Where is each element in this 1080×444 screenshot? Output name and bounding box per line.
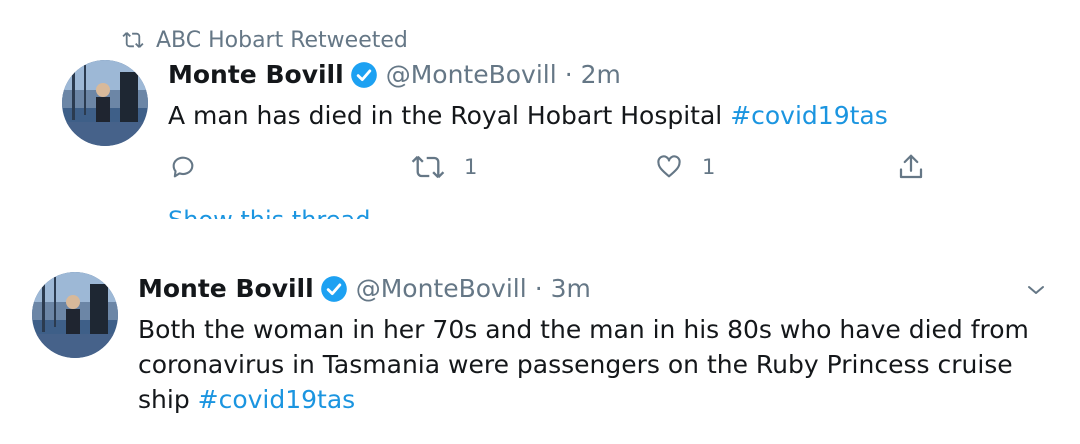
timestamp[interactable]: 3m: [551, 274, 591, 303]
display-name[interactable]: Monte Bovill: [138, 274, 314, 303]
heart-icon: [657, 155, 681, 178]
retweet-icon: [411, 155, 445, 179]
share-icon: [899, 154, 923, 179]
like-button[interactable]: 1: [654, 152, 715, 182]
tweet[interactable]: Monte Bovill @MonteBovill · 3m Both the …: [0, 250, 1080, 444]
separator-dot: ·: [564, 60, 573, 89]
avatar[interactable]: [62, 60, 148, 146]
reply-icon: [172, 156, 194, 178]
show-thread-link[interactable]: Show this thread: [168, 205, 370, 219]
chevron-down-icon[interactable]: [1024, 278, 1048, 302]
verified-badge-icon: [320, 275, 348, 303]
timestamp[interactable]: 2m: [581, 60, 621, 89]
display-name[interactable]: Monte Bovill: [168, 60, 344, 89]
user-handle[interactable]: @MonteBovill: [356, 274, 527, 303]
tweet-text-line: coronavirus in Tasmania were passengers …: [138, 350, 1013, 379]
hashtag-link[interactable]: #covid19tas: [730, 101, 888, 130]
like-count: 1: [702, 155, 716, 179]
tweet-header: Monte Bovill @MonteBovill · 2m: [168, 60, 621, 89]
share-button[interactable]: [896, 152, 944, 182]
tweet-text-line-start: ship: [138, 385, 198, 414]
tweet-text: A man has died in the Royal Hobart Hospi…: [168, 98, 888, 133]
verified-badge-icon: [350, 61, 378, 89]
tweet-header: Monte Bovill @MonteBovill · 3m: [138, 274, 591, 303]
reply-button[interactable]: [168, 152, 216, 182]
retweet-button[interactable]: 1: [410, 152, 477, 182]
tweet-text-line: ship #covid19tas: [138, 382, 1029, 417]
tweet-text-line: Both the woman in her 70s and the man in…: [138, 315, 1029, 344]
tweet-text: Both the woman in her 70s and the man in…: [138, 312, 1029, 417]
user-handle[interactable]: @MonteBovill: [386, 60, 557, 89]
separator-dot: ·: [534, 274, 543, 303]
tweet[interactable]: Monte Bovill @MonteBovill · 2m A man has…: [0, 0, 1080, 220]
hashtag-link[interactable]: #covid19tas: [198, 385, 356, 414]
tweet-text-body: A man has died in the Royal Hobart Hospi…: [168, 101, 731, 130]
avatar[interactable]: [32, 272, 118, 358]
retweet-count: 1: [464, 155, 478, 179]
